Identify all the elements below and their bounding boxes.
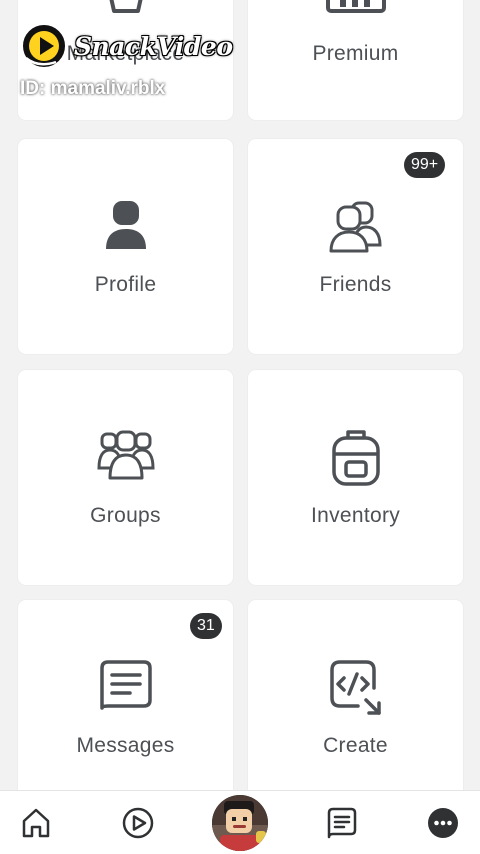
inventory-tile[interactable]: Inventory (248, 370, 463, 585)
code-icon (326, 658, 386, 718)
friends-label: Friends (319, 273, 392, 296)
home-icon[interactable] (18, 805, 54, 841)
friends-icon (326, 197, 386, 257)
more-icon[interactable] (425, 805, 461, 841)
create-tile[interactable]: Create (248, 600, 463, 790)
friends-notification-badge: 99+ (404, 152, 446, 178)
premium-tile[interactable]: Premium (248, 0, 463, 120)
chat-icon[interactable] (324, 805, 360, 841)
discover-play-icon[interactable] (120, 805, 156, 841)
create-label: Create (323, 734, 388, 757)
profile-label: Profile (94, 273, 157, 296)
more-menu-grid: Marketplace Premium Profile Friends 99+ … (0, 0, 480, 790)
friends-tile[interactable]: Friends 99+ (248, 139, 463, 354)
snackvideo-brand-text: SnackVideo (74, 32, 233, 61)
backpack-icon (326, 428, 386, 488)
bottom-nav (0, 790, 480, 854)
message-icon (96, 658, 156, 718)
groups-icon (96, 428, 156, 488)
groups-label: Groups (90, 504, 161, 527)
messages-label: Messages (76, 734, 175, 757)
messages-tile[interactable]: Messages 31 (18, 600, 233, 790)
groups-tile[interactable]: Groups (18, 370, 233, 585)
watermark-user-id: ID: mamaliv.rblx (20, 78, 166, 99)
avatar-icon[interactable] (212, 795, 268, 851)
profile-person-icon (96, 197, 156, 257)
messages-notification-badge: 31 (190, 613, 222, 639)
premium-icon (325, 0, 386, 45)
premium-label: Premium (312, 42, 399, 65)
snackvideo-logo-icon (20, 22, 68, 70)
inventory-label: Inventory (310, 504, 401, 527)
profile-tile[interactable]: Profile (18, 139, 233, 354)
snackvideo-watermark: SnackVideo ID: mamaliv.rblx (20, 22, 233, 102)
